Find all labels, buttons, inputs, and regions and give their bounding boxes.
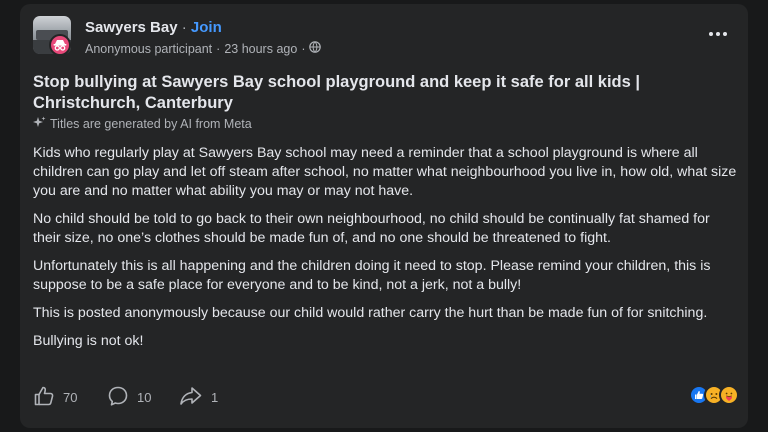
separator: · <box>181 19 187 36</box>
post-paragraph: Kids who regularly play at Sawyers Bay s… <box>33 145 737 199</box>
thumbs-up-icon <box>33 385 55 410</box>
post-paragraph: No child should be told to go back to th… <box>33 211 710 246</box>
separator: · <box>301 41 306 56</box>
anonymous-badge-icon <box>49 34 71 56</box>
care-reaction-icon <box>719 385 739 405</box>
comment-count: 10 <box>137 389 152 405</box>
share-button[interactable]: 1 <box>179 382 218 412</box>
comment-bubble-icon <box>107 385 129 410</box>
like-count: 70 <box>63 389 78 405</box>
post-paragraph: Bullying is not ok! <box>33 333 144 349</box>
separator: · <box>216 41 221 56</box>
author-name: Anonymous participant <box>85 41 213 56</box>
group-line: Sawyers Bay · Join <box>85 19 222 36</box>
group-avatar-wrap[interactable] <box>33 16 73 56</box>
post-card: Sawyers Bay · Join Anonymous participant… <box>20 4 748 428</box>
share-count: 1 <box>211 389 219 405</box>
join-link[interactable]: Join <box>191 19 222 36</box>
group-name-link[interactable]: Sawyers Bay <box>85 19 178 36</box>
post-body: Kids who regularly play at Sawyers Bay s… <box>33 144 739 360</box>
sparkle-icon <box>33 116 46 132</box>
post-actions: 70 10 1 <box>33 382 739 412</box>
post-paragraph: This is posted anonymously because our c… <box>33 305 708 321</box>
reaction-summary[interactable] <box>689 385 739 405</box>
post-title: Stop bullying at Sawyers Bay school play… <box>33 73 641 112</box>
more-options-icon[interactable] <box>705 26 731 42</box>
comment-button[interactable]: 10 <box>107 382 151 412</box>
globe-icon <box>309 41 322 56</box>
ai-title-note: Titles are generated by AI from Meta <box>33 116 252 132</box>
post-meta: Anonymous participant · 23 hours ago · <box>85 41 322 56</box>
timestamp-link[interactable]: 23 hours ago <box>224 42 297 56</box>
share-arrow-icon <box>179 385 203 410</box>
post-paragraph: Unfortunately this is all happening and … <box>33 258 711 293</box>
post-header: Sawyers Bay · Join Anonymous participant… <box>33 16 733 60</box>
like-button[interactable]: 70 <box>33 382 77 412</box>
ai-note-text: Titles are generated by AI from Meta <box>50 117 252 131</box>
